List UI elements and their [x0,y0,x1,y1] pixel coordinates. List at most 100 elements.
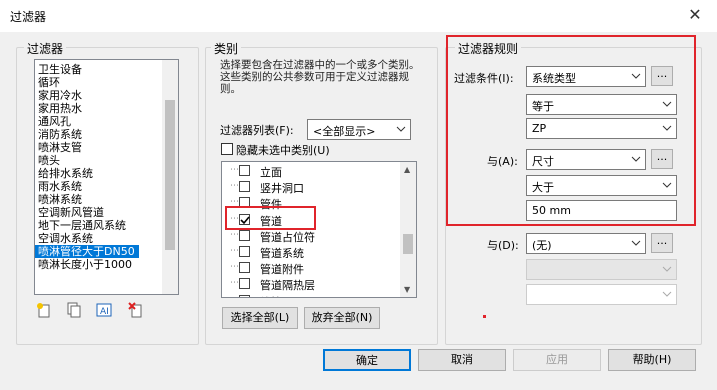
condition-value-select[interactable]: ZP [526,118,677,139]
category-item[interactable]: ⋯ 管道系统 [230,244,400,260]
and-a-operator-select[interactable]: 大于 [526,175,677,196]
filter-list-item[interactable]: 空调新风管道 [35,206,178,219]
and-a-param-select[interactable]: 尺寸 [526,149,646,170]
categories-scroll-thumb[interactable] [403,234,413,254]
tree-connector-icon: ⋯ [230,278,239,289]
select-all-button[interactable]: 选择全部(L) [222,307,298,329]
hide-unchecked-checkbox[interactable] [221,143,233,155]
rules-group-title: 过滤器规则 [455,40,522,57]
filters-list-scrollbar[interactable] [162,60,178,294]
condition-more-button[interactable]: ... [651,66,673,86]
delete-filter-icon[interactable] [128,302,144,318]
filters-dialog: 过滤器 卫生设备 循环 家用冷水 家用热水 通风孔 消防系统 喷淋支管 喷头 给排水系统 雨水系统… [0,32,717,390]
category-label: 管道系统 [260,247,304,260]
and-d-param-value: (无) [532,239,552,252]
filter-list-item[interactable]: 给排水系统 [35,167,178,180]
and-d-label: 与(D): [487,239,519,252]
highlight-pipe-category [225,206,316,230]
new-filter-icon[interactable] [36,302,52,318]
chevron-down-icon [396,123,406,135]
title-bar: 过滤器 ✕ [0,0,717,32]
scroll-down-icon[interactable]: ▼ [404,285,410,294]
chevron-down-icon [631,153,641,165]
category-item[interactable]: ⋯ 管道隔热层 [230,276,400,292]
filter-list-item[interactable]: 家用热水 [35,102,178,115]
category-checkbox[interactable] [239,246,250,257]
tree-connector-icon: ⋯ [230,181,239,192]
filter-list-select[interactable]: <全部显示> [307,119,411,140]
category-item[interactable]: ⋯ 线管 [230,293,400,297]
chevron-down-icon [662,98,672,110]
ok-button[interactable]: 确定 [323,349,411,371]
filter-list-item[interactable]: 雨水系统 [35,180,178,193]
and-d-param-select[interactable]: (无) [526,233,646,254]
condition-operator-value: 等于 [532,100,554,113]
categories-tree-scrollbar[interactable]: ▲ ▼ [400,162,416,297]
and-a-value-input[interactable]: 50 mm [526,200,677,221]
and-a-param-value: 尺寸 [532,155,554,168]
category-item[interactable]: ⋯ 竖井洞口 [230,179,400,195]
duplicate-filter-icon[interactable] [66,302,82,318]
condition-value-text: ZP [532,122,547,135]
filters-group-title: 过滤器 [24,40,67,57]
and-a-operator-value: 大于 [532,181,554,194]
tree-connector-icon: ⋯ [230,229,239,240]
category-checkbox[interactable] [239,165,250,176]
and-a-value-text: 50 mm [532,204,571,217]
tree-connector-icon: ⋯ [230,165,239,175]
category-checkbox[interactable] [239,229,250,241]
category-checkbox[interactable] [239,181,250,193]
category-label: 管道占位符 [260,230,315,244]
chevron-down-icon [662,179,672,191]
filter-list-item[interactable]: 地下一层通风系统 [35,219,178,232]
category-label: 管道隔热层 [260,279,315,293]
category-checkbox[interactable] [239,278,250,290]
category-item[interactable]: ⋯ 立面 [230,163,400,179]
categories-description: 选择要包含在过滤器中的一个或多个类别。这些类别的公共参数可用于定义过滤器规则。 [220,59,420,95]
condition-label: 过滤条件(I): [454,72,514,85]
filter-list-item[interactable]: 循环 [35,76,178,89]
and-d-value-select [526,284,677,305]
category-label: 竖井洞口 [260,182,304,196]
chevron-down-icon [662,263,672,275]
category-checkbox[interactable] [239,262,250,274]
and-a-label: 与(A): [487,155,518,168]
chevron-down-icon [662,122,672,134]
filter-list-item[interactable]: 消防系统 [35,128,178,141]
condition-operator-select[interactable]: 等于 [526,94,677,115]
cancel-button[interactable]: 取消 [418,349,506,371]
category-checkbox[interactable] [239,294,250,297]
filters-list[interactable]: 卫生设备 循环 家用冷水 家用热水 通风孔 消防系统 喷淋支管 喷头 给排水系统 雨水系统 喷淋系统… [34,59,179,295]
help-button[interactable]: 帮助(H) [608,349,696,371]
filter-list-item[interactable]: 喷淋长度小于1000 [35,258,178,271]
tree-connector-icon: ⋯ [230,246,239,256]
filter-list-item[interactable]: 通风孔 [35,115,178,128]
hide-unchecked-label: 隐藏未选中类别(U) [236,144,330,157]
filter-list-item[interactable]: 空调水系统 [35,232,178,245]
condition-param-select[interactable]: 系统类型 [526,66,646,87]
filter-list-item[interactable]: 喷淋系统 [35,193,178,206]
filter-list-item[interactable]: 喷淋管径大于DN50 [35,245,139,258]
filter-list-label: 过滤器列表(F): [220,124,294,137]
rename-filter-icon[interactable]: AI [96,302,112,318]
filters-scroll-thumb[interactable] [165,100,175,250]
category-item[interactable]: ⋯ 管道占位符 [230,228,400,244]
clear-all-button[interactable]: 放弃全部(N) [304,307,380,329]
category-label: 线管 [260,294,282,297]
svg-text:AI: AI [100,307,109,317]
filter-list-item[interactable]: 喷淋支管 [35,141,178,154]
and-a-more-button[interactable]: ... [651,149,673,169]
chevron-down-icon [662,288,672,300]
category-label: 管道附件 [260,263,304,277]
chevron-down-icon [631,70,641,82]
window-title: 过滤器 [10,10,47,24]
filter-list-item[interactable]: 喷头 [35,154,178,167]
filter-list-item[interactable]: 家用冷水 [35,89,178,102]
filter-list-item[interactable]: 卫生设备 [35,63,178,76]
close-icon[interactable]: ✕ [684,4,706,26]
category-item[interactable]: ⋯ 管道附件 [230,260,400,276]
scroll-up-icon[interactable]: ▲ [404,165,410,174]
filter-list-value: <全部显示> [313,125,376,138]
condition-param-value: 系统类型 [532,72,576,85]
and-d-more-button[interactable]: ... [651,233,673,253]
